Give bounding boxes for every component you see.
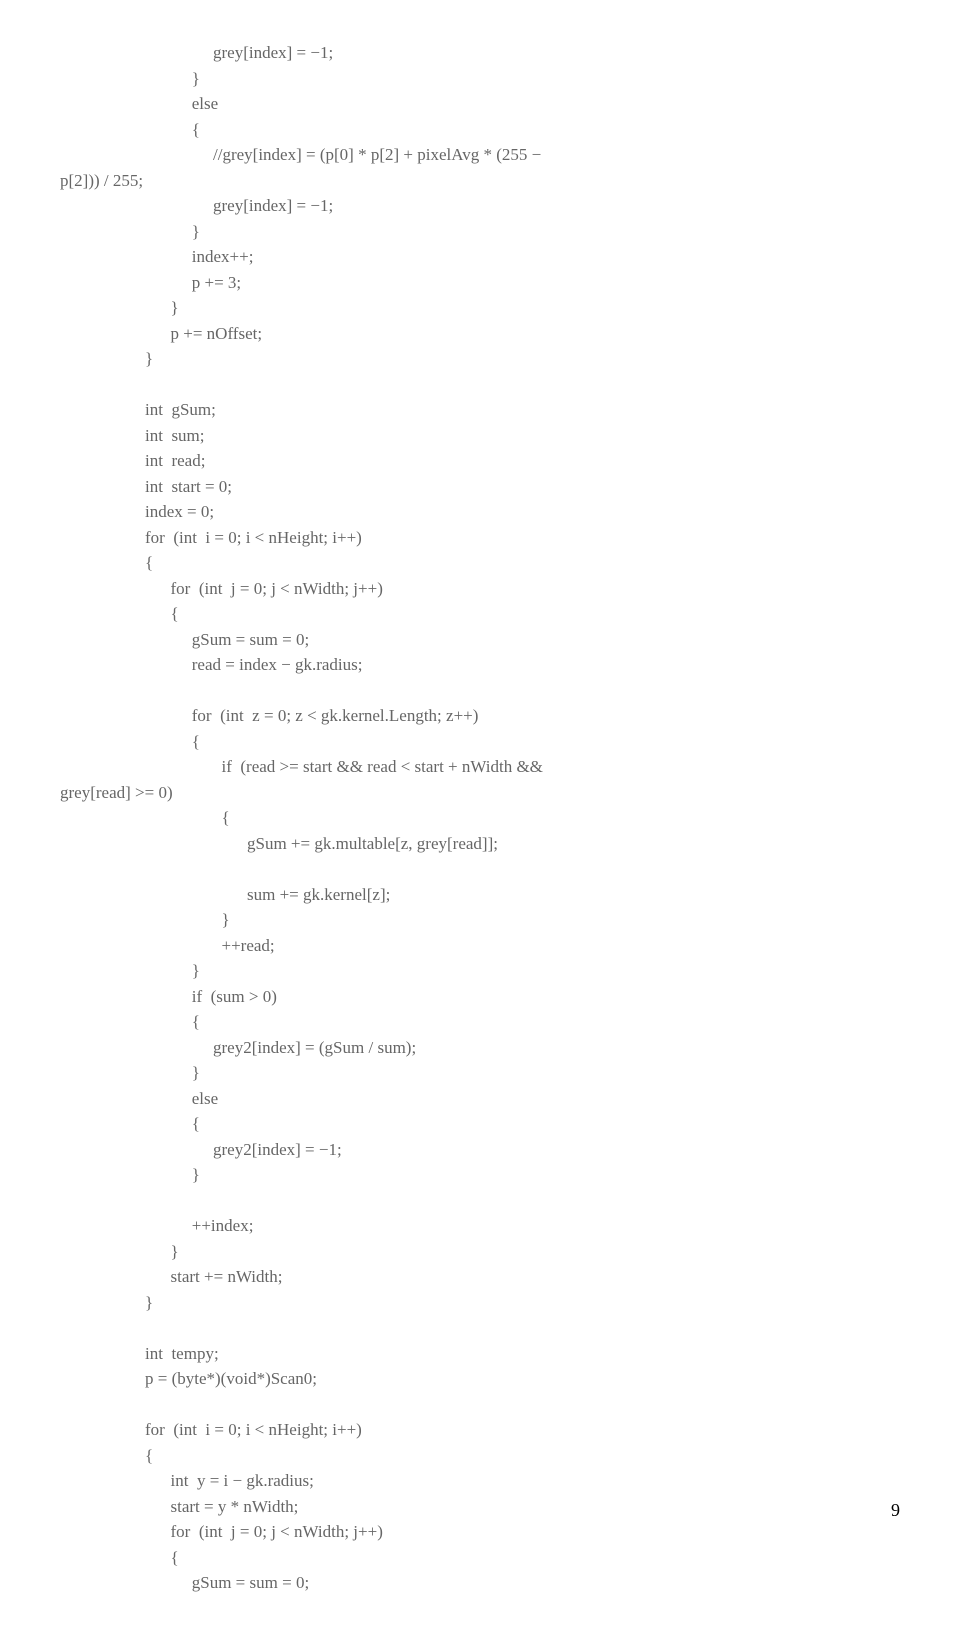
code-line: int y = i − gk.radius; <box>60 1468 900 1494</box>
code-line: for (int j = 0; j < nWidth; j++) <box>60 576 900 602</box>
code-line: { <box>60 805 900 831</box>
code-line: grey[index] = −1; <box>60 40 900 66</box>
code-line: ++read; <box>60 933 900 959</box>
code-line: } <box>60 1239 900 1265</box>
code-line <box>60 372 900 398</box>
code-line: } <box>60 66 900 92</box>
code-line: sum += gk.kernel[z]; <box>60 882 900 908</box>
code-line <box>60 856 900 882</box>
code-line: { <box>60 729 900 755</box>
code-line: } <box>60 958 900 984</box>
code-line: } <box>60 346 900 372</box>
code-line: int gSum; <box>60 397 900 423</box>
code-line: } <box>60 295 900 321</box>
code-line: int read; <box>60 448 900 474</box>
code-line: if (sum > 0) <box>60 984 900 1010</box>
code-line: grey[index] = −1; <box>60 193 900 219</box>
code-line: else <box>60 1086 900 1112</box>
code-line: read = index − gk.radius; <box>60 652 900 678</box>
code-line: index++; <box>60 244 900 270</box>
code-line: } <box>60 1162 900 1188</box>
code-block: grey[index] = −1; } else { //grey[index]… <box>60 40 900 1596</box>
code-line: gSum = sum = 0; <box>60 627 900 653</box>
code-line <box>60 1315 900 1341</box>
code-line: for (int j = 0; j < nWidth; j++) <box>60 1519 900 1545</box>
code-line: } <box>60 1290 900 1316</box>
code-line: p += nOffset; <box>60 321 900 347</box>
code-line: //grey[index] = (p[0] * p[2] + pixelAvg … <box>60 142 900 168</box>
page-number: 9 <box>891 1497 900 1524</box>
code-line: p = (byte*)(void*)Scan0; <box>60 1366 900 1392</box>
code-line: { <box>60 550 900 576</box>
code-line: grey2[index] = (gSum / sum); <box>60 1035 900 1061</box>
code-line: p += 3; <box>60 270 900 296</box>
code-line <box>60 1188 900 1214</box>
code-line: { <box>60 601 900 627</box>
code-line: for (int z = 0; z < gk.kernel.Length; z+… <box>60 703 900 729</box>
code-line: for (int i = 0; i < nHeight; i++) <box>60 1417 900 1443</box>
code-line: int tempy; <box>60 1341 900 1367</box>
code-line: { <box>60 1111 900 1137</box>
code-line: int start = 0; <box>60 474 900 500</box>
code-line: start += nWidth; <box>60 1264 900 1290</box>
code-line: { <box>60 1009 900 1035</box>
code-line: gSum = sum = 0; <box>60 1570 900 1596</box>
code-line: if (read >= start && read < start + nWid… <box>60 754 900 780</box>
code-line: int sum; <box>60 423 900 449</box>
code-line: gSum += gk.multable[z, grey[read]]; <box>60 831 900 857</box>
code-line: p[2])) / 255; <box>60 168 900 194</box>
code-line: else <box>60 91 900 117</box>
code-line: for (int i = 0; i < nHeight; i++) <box>60 525 900 551</box>
code-line: index = 0; <box>60 499 900 525</box>
code-line: ++index; <box>60 1213 900 1239</box>
code-line: grey[read] >= 0) <box>60 780 900 806</box>
code-line: { <box>60 117 900 143</box>
code-line: grey2[index] = −1; <box>60 1137 900 1163</box>
code-line: } <box>60 1060 900 1086</box>
code-line <box>60 1392 900 1418</box>
code-line: { <box>60 1545 900 1571</box>
code-line: { <box>60 1443 900 1469</box>
code-line: } <box>60 907 900 933</box>
code-line <box>60 678 900 704</box>
code-line: } <box>60 219 900 245</box>
code-line: start = y * nWidth; <box>60 1494 900 1520</box>
